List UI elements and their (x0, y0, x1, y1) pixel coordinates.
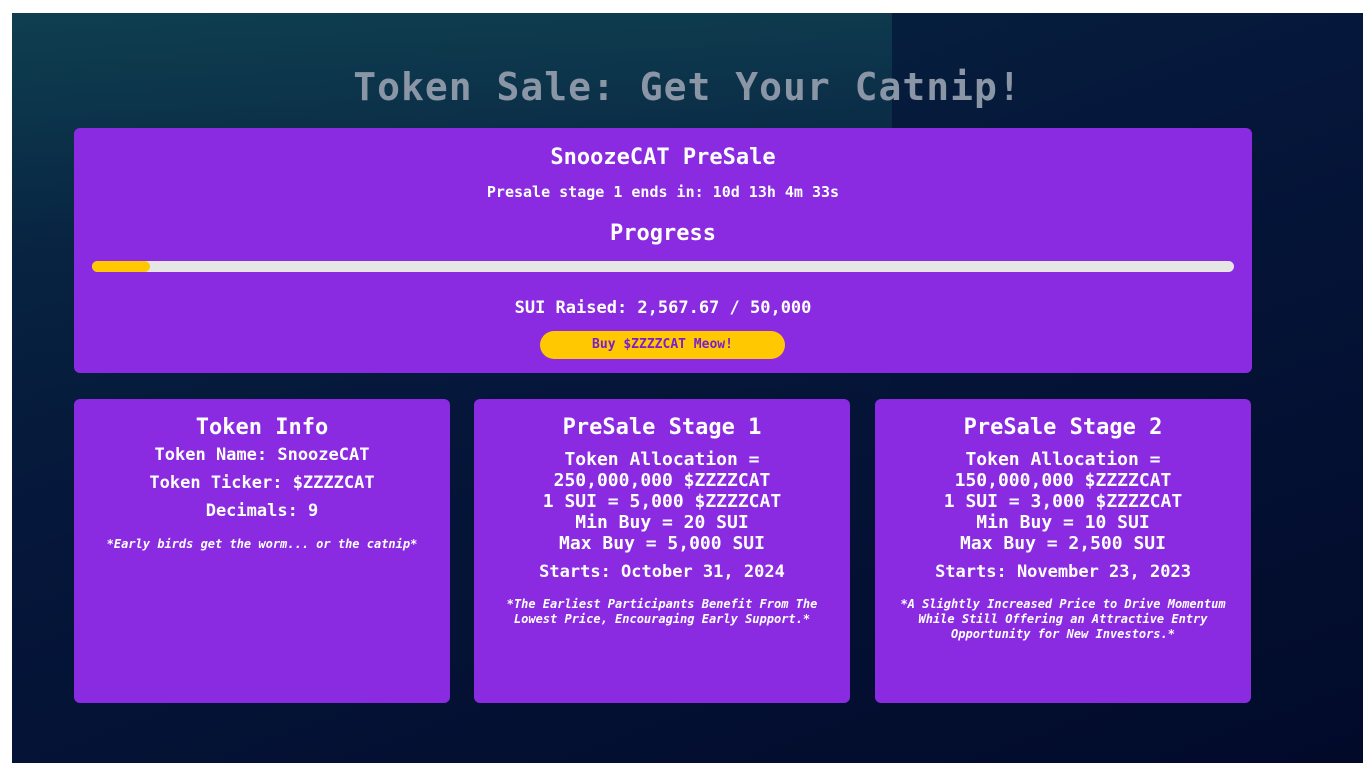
stage-1-title: PreSale Stage 1 (562, 415, 762, 440)
progress-heading: Progress (610, 221, 716, 246)
stage-1-start-date: Starts: October 31, 2024 (539, 562, 785, 582)
stage-1-rate: 1 SUI = 5,000 $ZZZZCAT (542, 491, 782, 512)
presale-card: SnoozeCAT PreSale Presale stage 1 ends i… (74, 128, 1252, 373)
presale-stage-2-card: PreSale Stage 2 Token Allocation = 150,0… (875, 399, 1251, 703)
stage-2-start-date: Starts: November 23, 2023 (935, 562, 1191, 582)
presale-title: SnoozeCAT PreSale (550, 145, 776, 170)
stage-2-rate: 1 SUI = 3,000 $ZZZZCAT (943, 491, 1183, 512)
token-info-card: Token Info Token Name: SnoozeCAT Token T… (74, 399, 450, 703)
stage-1-min-buy: Min Buy = 20 SUI (575, 512, 749, 533)
stage-2-max-buy: Max Buy = 2,500 SUI (960, 533, 1166, 554)
stage-2-allocation-value: 150,000,000 $ZZZZCAT (954, 470, 1172, 491)
presale-countdown: Presale stage 1 ends in: 10d 13h 4m 33s (486, 183, 840, 201)
token-ticker: Token Ticker: $ZZZZCAT (149, 473, 375, 493)
stage-2-allocation-label: Token Allocation = (965, 449, 1161, 470)
progress-bar (92, 261, 1234, 272)
stage-1-note: *The Earliest Participants Benefit From … (506, 597, 818, 626)
buy-button[interactable]: Buy $ZZZZCAT Meow! (540, 331, 785, 359)
page-title: Token Sale: Get Your Catnip! (353, 65, 1022, 109)
stage-2-details: Token Allocation = 150,000,000 $ZZZZCAT … (875, 449, 1251, 554)
stage-1-details: Token Allocation = 250,000,000 $ZZZZCAT … (474, 449, 850, 554)
stage-2-note: *A Slightly Increased Price to Drive Mom… (900, 597, 1226, 641)
token-name: Token Name: SnoozeCAT (154, 445, 370, 465)
page-background: Token Sale: Get Your Catnip! SnoozeCAT P… (12, 13, 1363, 763)
stage-2-title: PreSale Stage 2 (963, 415, 1163, 440)
stage-1-allocation-value: 250,000,000 $ZZZZCAT (553, 470, 771, 491)
stage-1-allocation-label: Token Allocation = (564, 449, 760, 470)
presale-stage-1-card: PreSale Stage 1 Token Allocation = 250,0… (474, 399, 850, 703)
progress-bar-fill (92, 261, 151, 272)
stage-2-min-buy: Min Buy = 10 SUI (976, 512, 1150, 533)
token-info-title: Token Info (195, 415, 329, 440)
token-info-note: *Early birds get the worm... or the catn… (106, 537, 418, 551)
sui-raised-text: SUI Raised: 2,567.67 / 50,000 (514, 298, 812, 318)
token-decimals: Decimals: 9 (205, 501, 319, 521)
stage-1-max-buy: Max Buy = 5,000 SUI (559, 533, 765, 554)
